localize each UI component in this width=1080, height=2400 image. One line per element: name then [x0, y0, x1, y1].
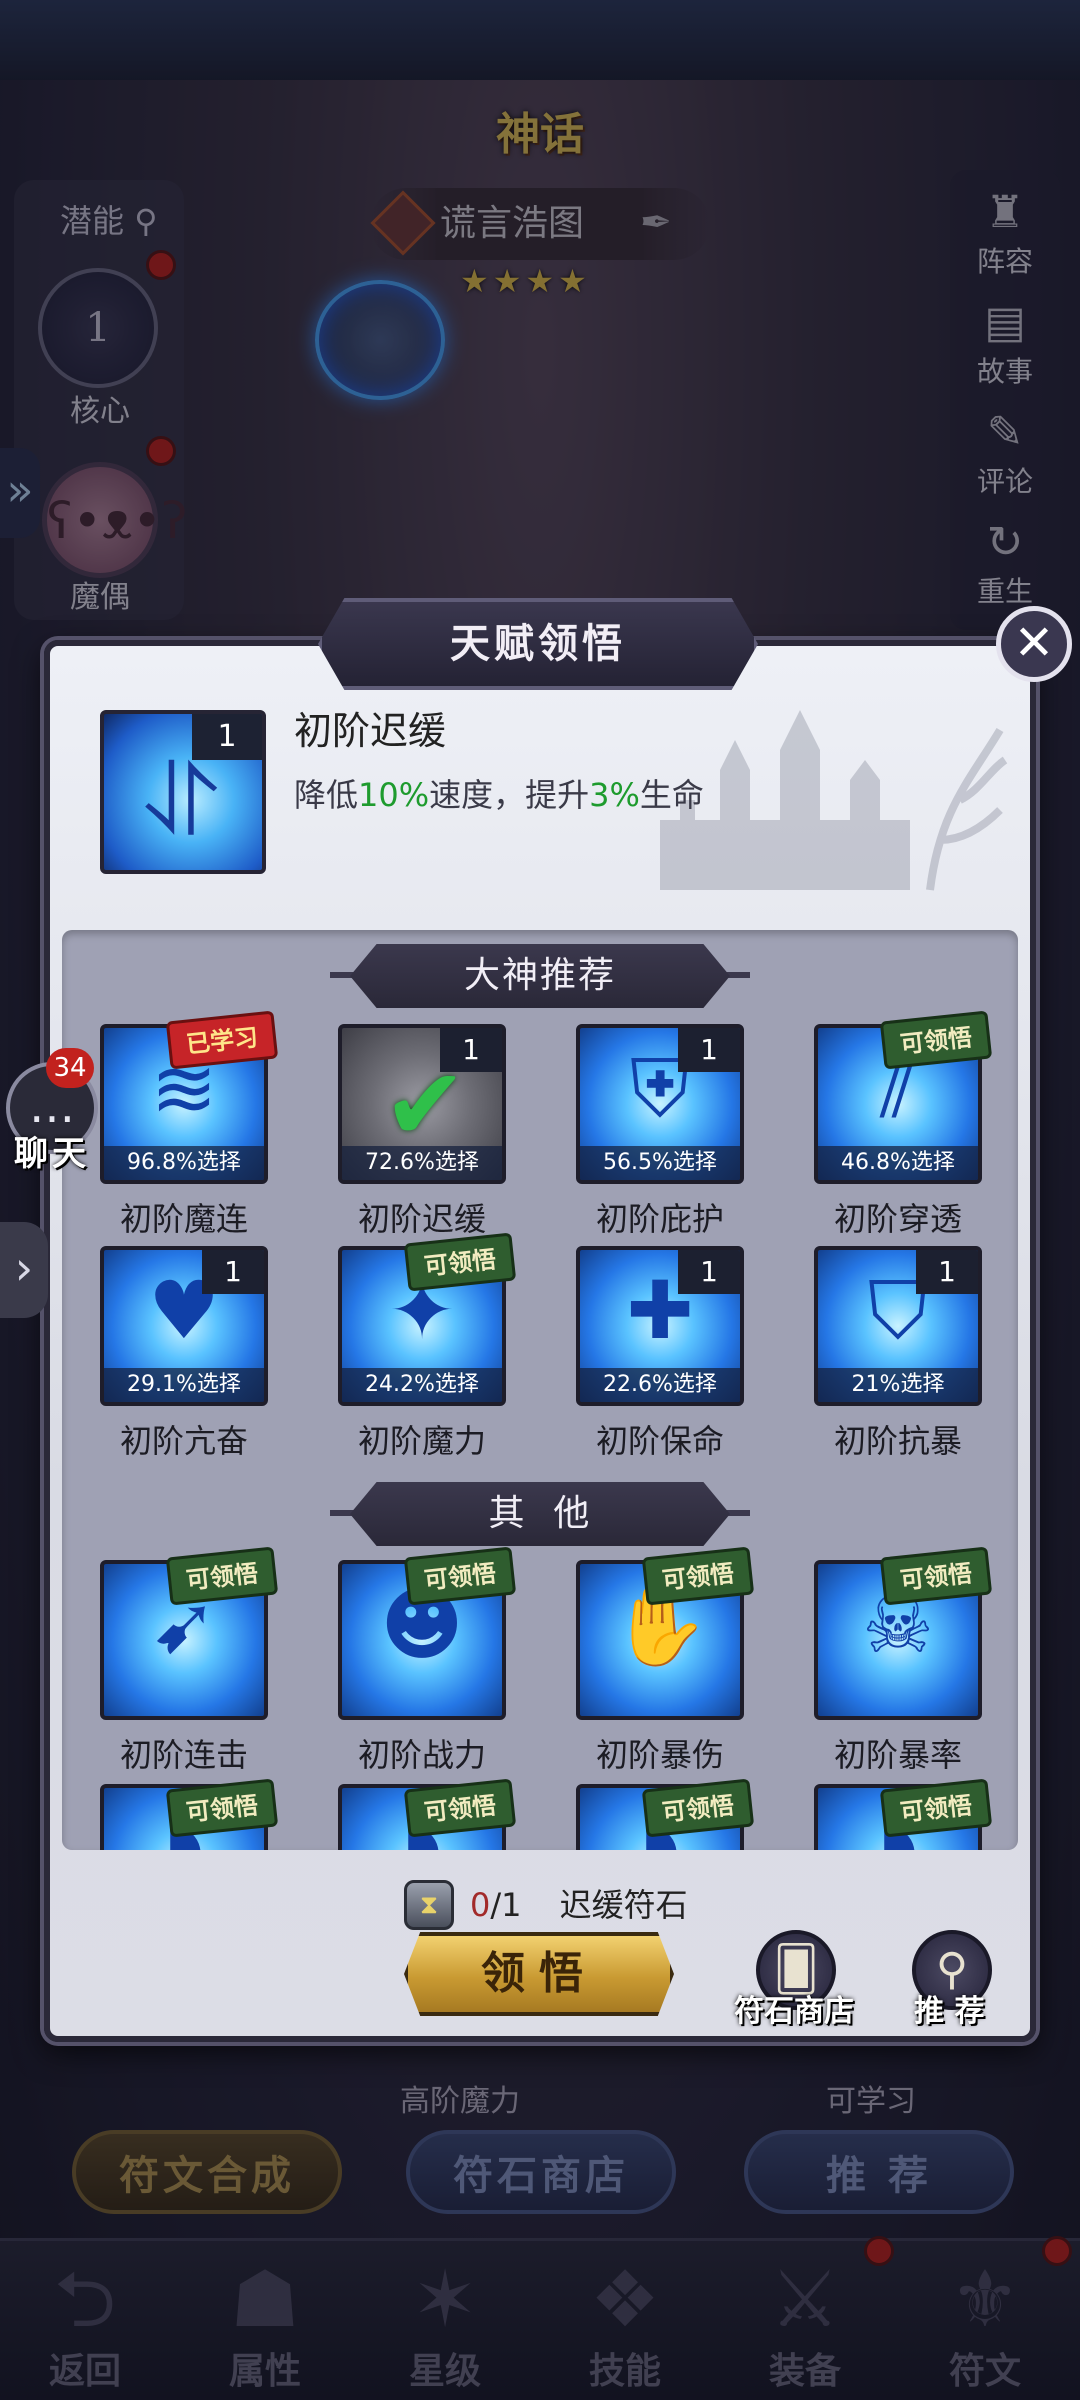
- cost-row: 0/1 迟缓符石: [470, 1880, 688, 1930]
- rune-shop-label: 符石商店: [734, 1994, 854, 2029]
- close-icon: ✕: [1013, 615, 1055, 671]
- talent-name: 初阶迟缓: [357, 1200, 486, 1238]
- pick-rate: 24.2%选择: [342, 1368, 502, 1402]
- rune-stone-icon: ⧗: [404, 1880, 454, 1930]
- talent-card[interactable]: ◗ 可领悟: [100, 1778, 279, 1850]
- talent-card[interactable]: ⛉ 1 21%选择 初阶抗暴: [814, 1246, 982, 1460]
- pick-rate: 29.1%选择: [104, 1368, 264, 1402]
- talent-icon: ♥ 1 29.1%选择: [100, 1246, 268, 1406]
- talent-name: 初阶魔力: [357, 1422, 486, 1460]
- selected-talent-name: 初阶迟缓: [294, 709, 447, 753]
- pick-rate: 72.6%选择: [342, 1146, 502, 1180]
- selected-talent-description: 降低10%速度，提升3%生命: [294, 776, 704, 814]
- talent-name: 初阶魔连: [119, 1200, 248, 1238]
- recommend-label: 推 荐: [914, 1994, 985, 2029]
- modal-title: 天赋领悟: [450, 621, 626, 667]
- pick-rate: 21%选择: [818, 1368, 978, 1402]
- chat-unread-badge: 34: [46, 1048, 94, 1088]
- expand-side-tab[interactable]: ›: [0, 1222, 48, 1318]
- talent-card[interactable]: ≋ 96.8%选择 已学习 初阶魔连: [100, 1010, 279, 1238]
- talent-card[interactable]: ⛨ 1 56.5%选择 初阶庇护: [576, 1024, 744, 1238]
- chevron-right-icon: ›: [14, 1241, 34, 1295]
- talent-level: 1: [916, 1250, 978, 1294]
- talent-level: 1: [202, 1250, 264, 1294]
- talent-card[interactable]: ◗ 可领悟: [576, 1778, 755, 1850]
- talent-name: 初阶保命: [595, 1422, 724, 1460]
- talent-card[interactable]: ◗ 可领悟: [814, 1778, 993, 1850]
- talent-card[interactable]: ✚ 1 22.6%选择 初阶保命: [576, 1246, 744, 1460]
- talent-level: 1: [440, 1028, 502, 1072]
- talent-card[interactable]: ✋ 可领悟 初阶暴伤: [576, 1546, 755, 1774]
- cost-item-name: 迟缓符石: [559, 1886, 688, 1924]
- other-header: 其 他: [488, 1493, 592, 1534]
- talent-card-selected[interactable]: ✔ 1 72.6%选择 初阶迟缓: [338, 1024, 506, 1238]
- recommend-header: 大神推荐: [463, 955, 616, 996]
- talent-level: 1: [678, 1028, 740, 1072]
- chat-label: 聊天: [14, 1134, 90, 1174]
- talent-name: 初阶庇护: [595, 1200, 724, 1238]
- talent-name: 初阶亢奋: [119, 1422, 248, 1460]
- selected-talent-icon: ⥯ 1: [100, 710, 266, 874]
- pick-rate: 56.5%选择: [580, 1146, 740, 1180]
- talent-icon: ✚ 1 22.6%选择: [576, 1246, 744, 1406]
- talent-name: 初阶穿透: [833, 1200, 962, 1238]
- talent-card[interactable]: ◗ 可领悟: [338, 1778, 517, 1850]
- cost-need: /1: [490, 1886, 522, 1924]
- comprehend-button[interactable]: 领悟: [404, 1932, 674, 2016]
- talent-icon: ⛉ 1 21%选择: [814, 1246, 982, 1406]
- close-button[interactable]: ✕: [996, 606, 1072, 682]
- talent-card[interactable]: ♥ 1 29.1%选择 初阶亢奋: [100, 1246, 268, 1460]
- scroll-clip: ◗ 可领悟 ◗ 可领悟 ◗ 可领悟 ◗ 可领悟: [62, 1770, 1018, 1850]
- talent-card[interactable]: ✦ 24.2%选择 可领悟 初阶魔力: [338, 1232, 517, 1460]
- talent-level: 1: [678, 1250, 740, 1294]
- talent-name: 初阶抗暴: [833, 1422, 962, 1460]
- talent-card[interactable]: ☻ 可领悟 初阶战力: [338, 1546, 517, 1774]
- talent-icon: ✔ 1 72.6%选择: [338, 1024, 506, 1184]
- talent-card[interactable]: ☠ 可领悟 初阶暴率: [814, 1546, 993, 1774]
- talent-card[interactable]: ➹ 可领悟 初阶连击: [100, 1546, 279, 1774]
- talent-level: 1: [192, 714, 262, 760]
- talent-icon: ⛨ 1 56.5%选择: [576, 1024, 744, 1184]
- pick-rate: 46.8%选择: [818, 1146, 978, 1180]
- cost-have: 0: [470, 1886, 491, 1924]
- pick-rate: 96.8%选择: [104, 1146, 264, 1180]
- talent-card[interactable]: ⫽ 46.8%选择 可领悟 初阶穿透: [814, 1010, 993, 1238]
- pick-rate: 22.6%选择: [580, 1368, 740, 1402]
